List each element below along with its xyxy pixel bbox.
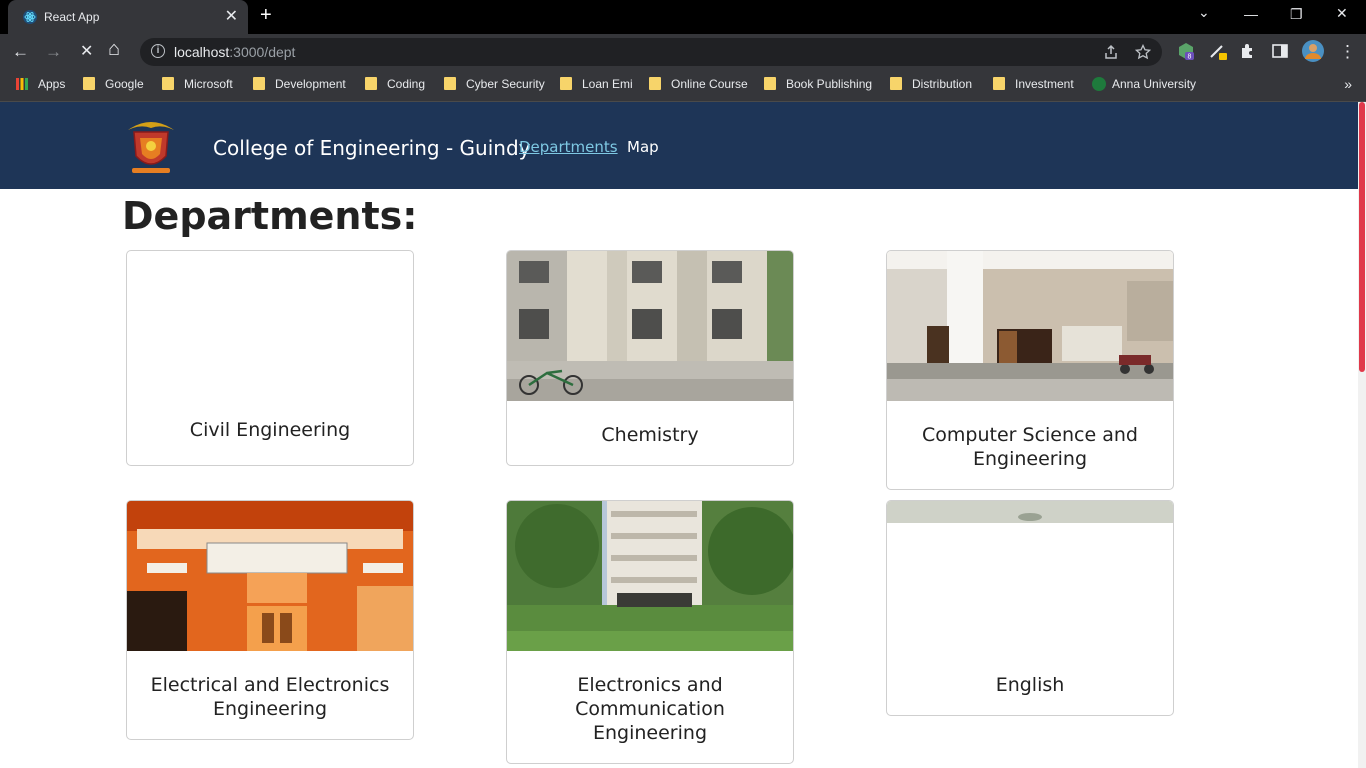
department-card-cse[interactable]: Computer Science and Engineering — [886, 250, 1174, 490]
folder-icon — [365, 77, 377, 90]
restore-button[interactable]: ❐ — [1290, 6, 1303, 23]
folder-icon — [993, 77, 1005, 90]
minimize-button[interactable]: — — [1244, 6, 1258, 22]
nav-map-link[interactable]: Map — [627, 138, 659, 156]
eee-building-photo — [127, 501, 413, 651]
bookmark-coding[interactable]: Coding — [365, 77, 425, 95]
department-name: Chemistry — [601, 424, 699, 446]
close-window-button[interactable]: ✕ — [1336, 5, 1348, 22]
site-brand[interactable]: College of Engineering - Guindy — [213, 136, 530, 160]
nav-departments-link[interactable]: Departments — [519, 138, 618, 156]
browser-tab[interactable]: React App ✕ — [8, 0, 248, 34]
chemistry-building-photo — [507, 251, 793, 401]
bookmark-star-icon[interactable] — [1135, 44, 1151, 60]
ece-building-photo — [507, 501, 793, 651]
extensions-puzzle-icon[interactable] — [1238, 41, 1258, 61]
browser-toolbar: ← → ✕ ⌂ i localhost:3000/dept — [0, 34, 1366, 70]
apps-grid-icon — [16, 78, 28, 90]
department-name: Civil Engineering — [189, 419, 351, 441]
extension-pen-icon[interactable] — [1208, 41, 1228, 61]
bookmarks-bar: Apps Google Microsoft Development Coding… — [0, 70, 1366, 102]
bookmark-development[interactable]: Development — [253, 77, 346, 95]
folder-icon — [162, 77, 174, 90]
address-bar[interactable]: i localhost:3000/dept — [140, 38, 1162, 66]
folder-icon — [253, 77, 265, 90]
folder-icon — [764, 77, 776, 90]
url-text: localhost:3000/dept — [174, 44, 296, 60]
folder-icon — [560, 77, 572, 90]
folder-icon — [649, 77, 661, 90]
share-icon[interactable] — [1103, 44, 1119, 60]
department-card-eee[interactable]: Electrical and Electronics Engineering — [126, 500, 414, 740]
home-button[interactable]: ⌂ — [108, 39, 120, 59]
bookmark-loan-emi[interactable]: Loan Emi — [560, 77, 633, 95]
cse-corridor-photo — [887, 251, 1173, 401]
bookmark-distribution[interactable]: Distribution — [890, 77, 972, 95]
college-logo-icon[interactable] — [122, 116, 180, 176]
bookmark-online-course[interactable]: Online Course — [649, 77, 748, 95]
folder-icon — [444, 77, 456, 90]
department-name: English — [995, 674, 1065, 696]
department-name: Electrical and Electronics Engineering — [150, 674, 390, 720]
bookmark-anna-university[interactable]: Anna University — [1092, 77, 1196, 95]
bookmark-microsoft[interactable]: Microsoft — [162, 77, 233, 95]
forward-button[interactable]: → — [45, 42, 62, 62]
extension-cube-icon[interactable]: 8 — [1176, 41, 1196, 61]
bookmark-book-publishing[interactable]: Book Publishing — [764, 77, 872, 95]
folder-icon — [890, 77, 902, 90]
tab-title: React App — [44, 10, 100, 24]
department-name: Computer Science and Engineering — [922, 424, 1138, 470]
back-button[interactable]: ← — [12, 42, 29, 62]
anna-university-icon — [1092, 77, 1106, 91]
department-card-chemistry[interactable]: Chemistry — [506, 250, 794, 466]
tab-strip: React App ✕ + ⌄ — ❐ ✕ — [0, 0, 1366, 34]
department-image-placeholder — [127, 251, 413, 401]
browser-chrome: React App ✕ + ⌄ — ❐ ✕ ← → ✕ ⌂ i localhos… — [0, 0, 1366, 102]
department-card-civil[interactable]: Civil Engineering — [126, 250, 414, 466]
department-card-ece[interactable]: Electronics and Communication Engineerin… — [506, 500, 794, 764]
react-favicon-icon — [23, 10, 37, 24]
profile-avatar[interactable] — [1302, 40, 1324, 62]
scrollbar-thumb[interactable] — [1359, 102, 1365, 372]
bookmark-apps[interactable]: Apps — [16, 77, 65, 95]
new-tab-button[interactable]: + — [260, 4, 272, 27]
department-name: Electronics and Communication Engineerin… — [575, 674, 725, 744]
stop-loading-button[interactable]: ✕ — [80, 42, 93, 62]
page-content: College of Engineering - Guindy Departme… — [0, 102, 1358, 768]
page-title: Departments: — [122, 194, 418, 238]
tab-search-icon[interactable]: ⌄ — [1198, 4, 1210, 21]
site-info-icon[interactable]: i — [151, 44, 165, 58]
bookmark-google[interactable]: Google — [83, 77, 144, 95]
bookmark-cyber-security[interactable]: Cyber Security — [444, 77, 545, 95]
bookmarks-overflow-button[interactable]: » — [1344, 76, 1352, 92]
tab-close-icon[interactable]: ✕ — [225, 6, 238, 26]
site-navbar: College of Engineering - Guindy Departme… — [0, 102, 1358, 189]
extension-badge: 8 — [1188, 54, 1192, 61]
bookmark-investment[interactable]: Investment — [993, 77, 1074, 95]
side-panel-icon[interactable] — [1270, 41, 1290, 61]
folder-icon — [83, 77, 95, 90]
page-scrollbar[interactable] — [1358, 102, 1366, 768]
department-card-english[interactable]: English — [886, 500, 1174, 716]
browser-menu-icon[interactable]: ⋮ — [1339, 42, 1356, 62]
english-partial-photo — [887, 501, 1173, 651]
